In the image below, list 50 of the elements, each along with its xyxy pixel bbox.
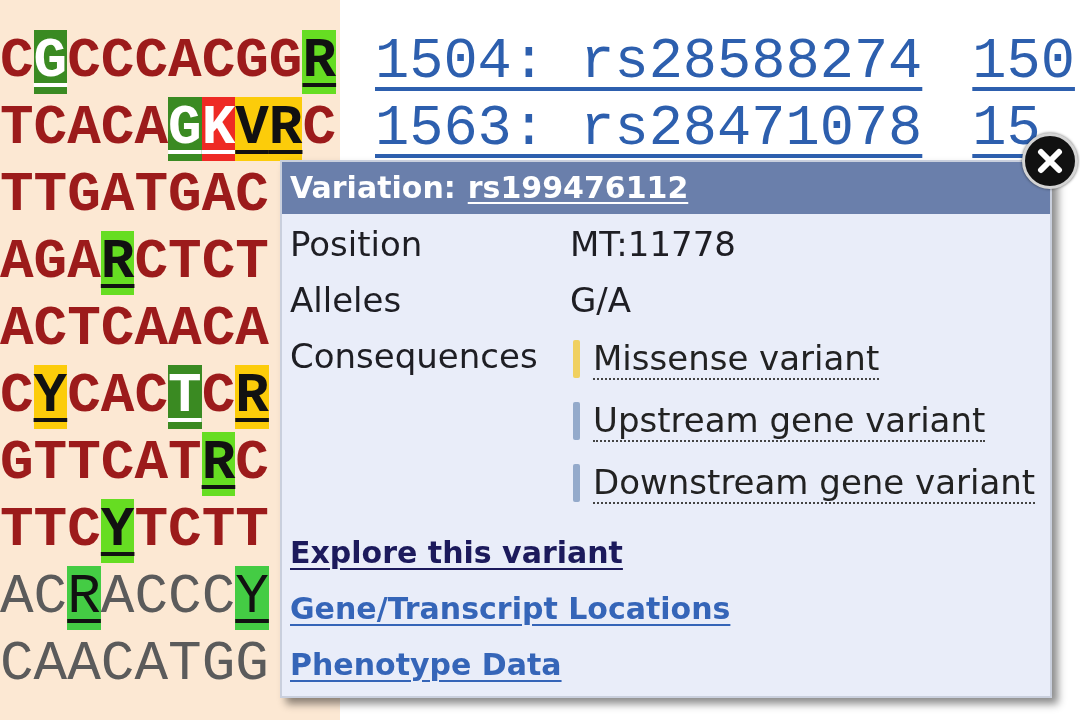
- variant-link[interactable]: 15: [972, 98, 1041, 159]
- variant-base[interactable]: R: [67, 565, 101, 630]
- variant-base[interactable]: R: [302, 29, 337, 94]
- field-label: Position: [290, 223, 423, 266]
- variant-base[interactable]: T: [168, 364, 202, 429]
- sequence-text: C: [235, 430, 269, 497]
- consequence-link[interactable]: Upstream gene variant: [593, 400, 986, 442]
- variant-base[interactable]: K: [201, 96, 236, 161]
- sequence-text: ACCC: [100, 564, 236, 631]
- sequence-text: C: [0, 28, 34, 95]
- sequence-text: TCACA: [0, 95, 169, 162]
- sequence-text: TTGATGAC: [0, 162, 269, 229]
- field-label: Consequences: [290, 335, 538, 378]
- variant-base[interactable]: Y: [33, 364, 68, 429]
- consequence-link[interactable]: Downstream gene variant: [593, 462, 1036, 504]
- popup-link[interactable]: Gene/Transcript Locations: [290, 581, 731, 637]
- variant-base[interactable]: G: [33, 29, 68, 94]
- sequence-text: GTTCAT: [0, 430, 202, 497]
- field-label: Alleles: [290, 279, 402, 322]
- sequence-text: AGA: [0, 229, 101, 296]
- variant-base[interactable]: R: [100, 230, 135, 295]
- field-value: MT:11778: [570, 223, 736, 266]
- popup-link[interactable]: Phenotype Data: [290, 637, 562, 693]
- variant-base[interactable]: G: [168, 96, 202, 161]
- variant-link[interactable]: 1563: rs28471078: [375, 98, 923, 159]
- close-icon: [1037, 148, 1063, 174]
- sequence-text: C: [0, 363, 34, 430]
- sequence-text: CAACATGG: [0, 631, 269, 698]
- variant-link[interactable]: 150: [972, 31, 1075, 92]
- sequence-text: C: [302, 95, 337, 162]
- sequence-text: CAC: [67, 363, 169, 430]
- variation-link[interactable]: rs199476112: [467, 168, 689, 208]
- sequence-text: TCTT: [134, 497, 269, 564]
- variant-link[interactable]: 1504: rs28588274: [375, 31, 923, 92]
- sequence-text: AC: [0, 564, 68, 631]
- sequence-text: ACTCAACA: [0, 296, 269, 363]
- sequence-text: C: [201, 363, 236, 430]
- sequence-text: CTCT: [134, 229, 269, 296]
- variant-base[interactable]: V: [235, 96, 269, 161]
- variant-base[interactable]: Y: [100, 498, 135, 563]
- variant-base[interactable]: R: [235, 364, 269, 429]
- variant-base[interactable]: R: [268, 96, 303, 161]
- variant-base[interactable]: Y: [235, 565, 269, 630]
- sequence-text: TTC: [0, 497, 101, 564]
- variant-base[interactable]: R: [201, 431, 236, 496]
- sequence-text: CCCACGG: [67, 28, 303, 95]
- field-value: G/A: [570, 279, 632, 322]
- popup-link[interactable]: Explore this variant: [290, 525, 623, 581]
- popup-title: Variation:: [290, 169, 456, 207]
- consequence-link[interactable]: Missense variant: [593, 338, 880, 380]
